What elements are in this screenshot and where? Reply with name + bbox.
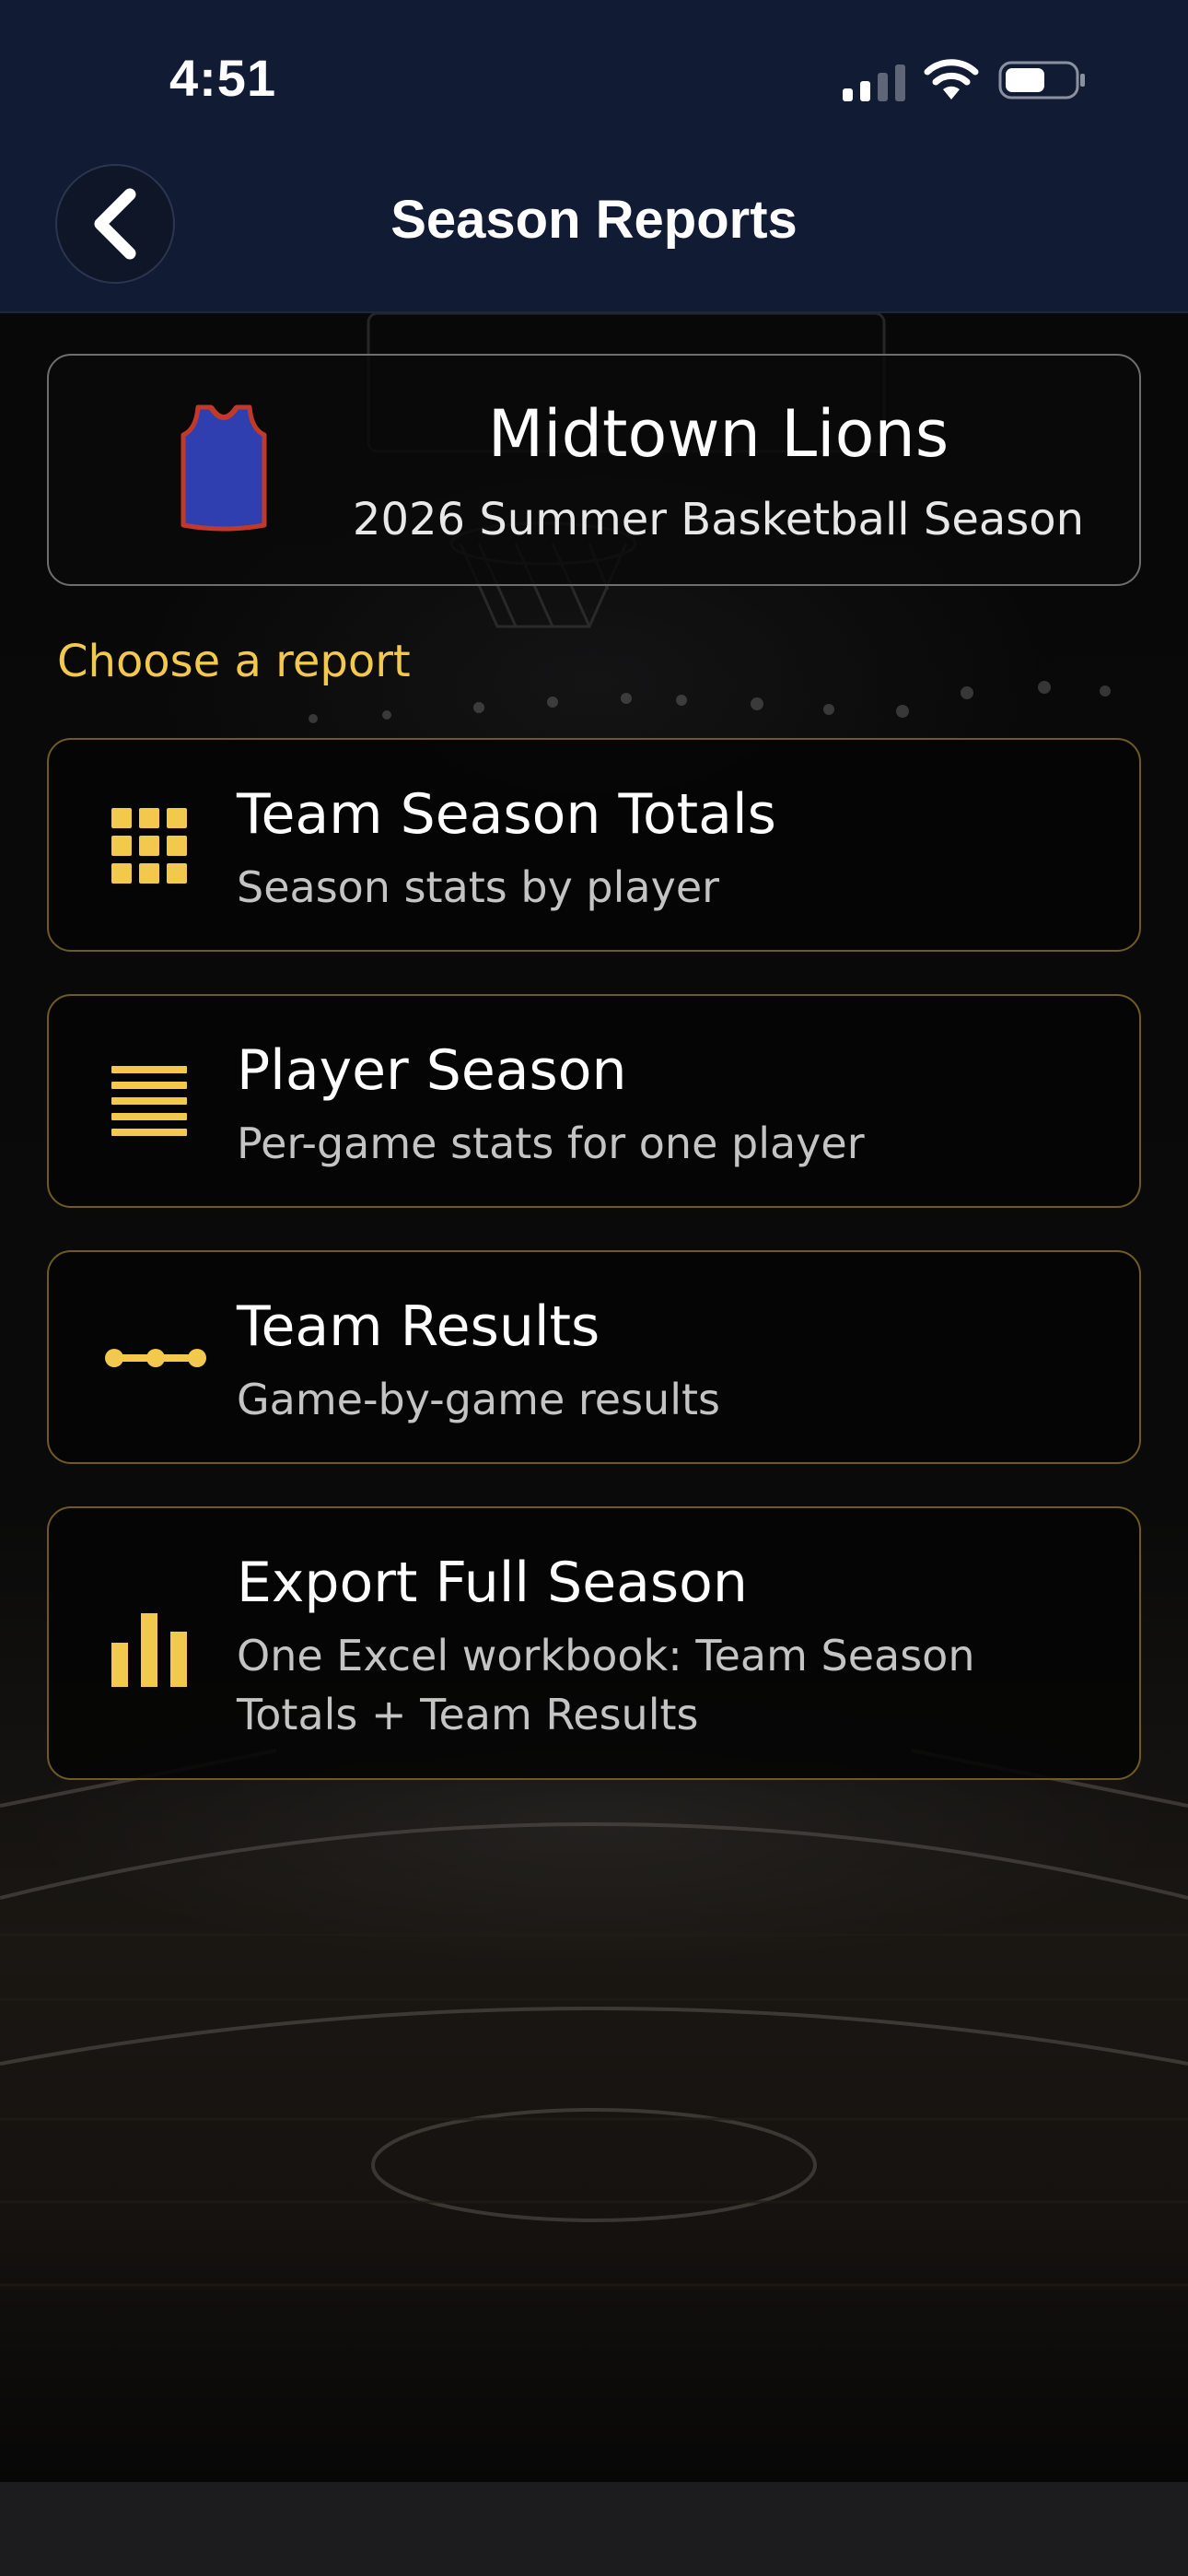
report-subtitle: One Excel workbook: Team Season Totals +…	[237, 1631, 975, 1739]
bottom-bar	[0, 2482, 1188, 2576]
section-label: Choose a report	[57, 636, 411, 687]
status-time: 4:51	[169, 49, 277, 107]
report-team-season-totals[interactable]: Team Season Totals Season stats by playe…	[47, 738, 1141, 952]
team-name: Midtown Lions	[487, 396, 949, 472]
page-title: Season Reports	[390, 190, 798, 250]
report-subtitle: Season stats by player	[237, 862, 720, 912]
wifi-icon	[924, 59, 979, 100]
report-title: Player Season	[237, 1038, 627, 1103]
list-lines-icon	[111, 1066, 187, 1136]
report-team-results[interactable]: Team Results Game-by-game results	[47, 1250, 1141, 1464]
cellular-signal-icon	[843, 64, 905, 101]
grid-icon	[111, 808, 187, 884]
report-subtitle: Game-by-game results	[237, 1375, 720, 1424]
team-card: Midtown Lions 2026 Summer Basketball Sea…	[47, 354, 1141, 586]
report-player-season[interactable]: Player Season Per-game stats for one pla…	[47, 994, 1141, 1208]
team-jersey-icon	[181, 404, 267, 532]
report-subtitle: Per-game stats for one player	[237, 1118, 865, 1168]
report-title: Team Season Totals	[237, 782, 776, 847]
status-bar: 4:51	[0, 0, 1188, 147]
report-export-full-season[interactable]: Export Full Season One Excel workbook: T…	[47, 1506, 1141, 1780]
battery-icon	[998, 61, 1085, 100]
report-title: Export Full Season	[237, 1551, 748, 1615]
timeline-icon	[105, 1349, 206, 1367]
report-title: Team Results	[237, 1294, 600, 1359]
bar-chart-icon	[111, 1613, 187, 1687]
season-name: 2026 Summer Basketball Season	[352, 494, 1085, 545]
